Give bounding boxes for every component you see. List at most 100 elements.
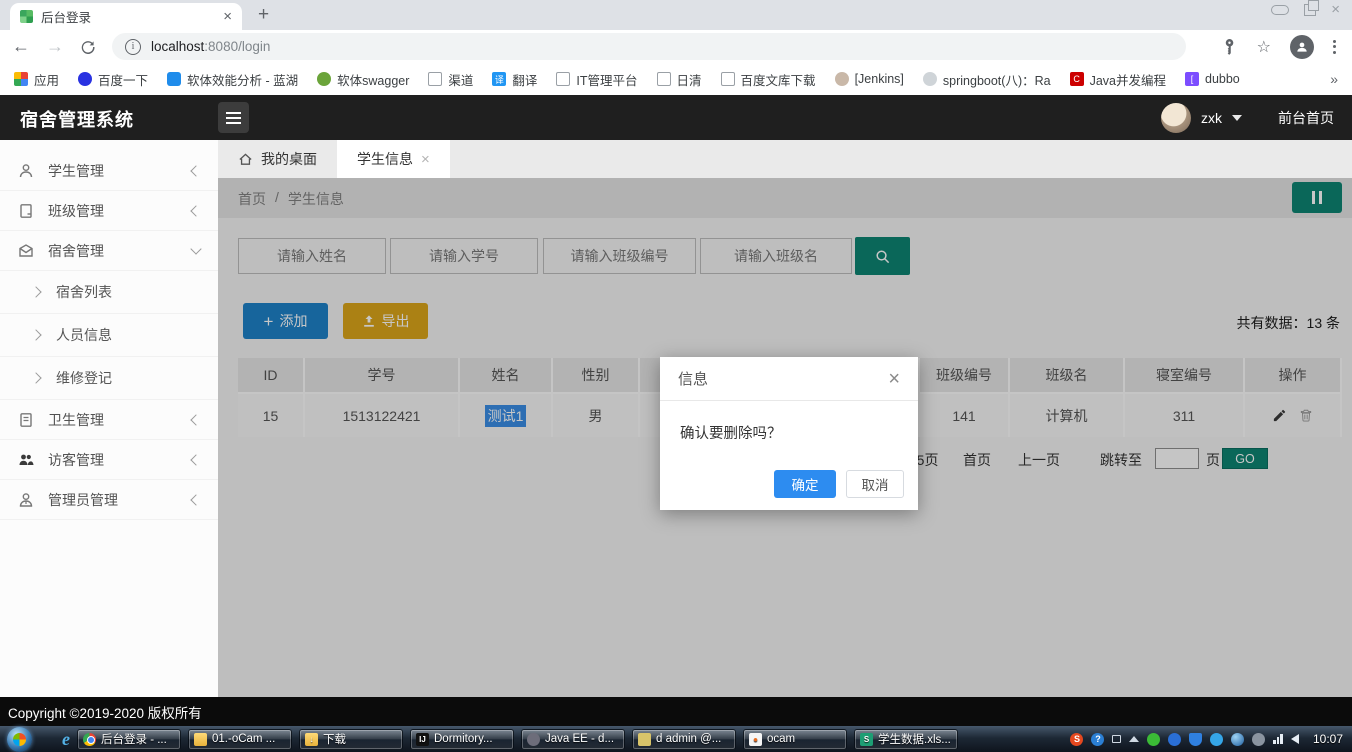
toolbar-icons: ☆	[1220, 35, 1340, 59]
recorder-tray-icon[interactable]	[1252, 733, 1265, 746]
taskbar-window-ocam[interactable]: ●ocam	[743, 729, 847, 750]
page-icon	[721, 72, 735, 86]
profile-avatar-icon[interactable]	[1290, 35, 1314, 59]
bookmark-star-icon[interactable]: ☆	[1257, 37, 1271, 57]
terminal-icon	[638, 733, 651, 746]
user-avatar[interactable]	[1161, 103, 1191, 133]
folder-icon	[194, 733, 207, 746]
taskbar-window-idea[interactable]: IJDormitory...	[410, 729, 514, 750]
gear-icon	[527, 733, 540, 746]
taskbar-window-ocam-folder[interactable]: 01.-oCam ...	[188, 729, 292, 750]
back-icon[interactable]: ←	[12, 36, 30, 57]
bookmark-jenkins[interactable]: [Jenkins]	[835, 72, 904, 86]
taskbar-window-excel[interactable]: S学生数据.xls...	[854, 729, 958, 750]
new-tab-button[interactable]: +	[258, 4, 269, 26]
window-close-icon[interactable]: ×	[1331, 2, 1340, 17]
tab-favicon-icon	[20, 10, 33, 23]
taskbar-window-admin-shell[interactable]: d admin @...	[632, 729, 736, 750]
internet-explorer-icon[interactable]: e	[62, 729, 70, 750]
sidebar-item-repair-register[interactable]: 维修登记	[0, 357, 218, 400]
bookmarks-bar: 应用 百度一下 软体效能分析 - 蓝湖 软体swagger 渠道 译翻译 IT管…	[0, 63, 1352, 95]
system-tray: S ? 10:07	[1070, 732, 1347, 746]
baidu-icon	[78, 72, 92, 86]
bookmark-java[interactable]: CJava并发编程	[1070, 70, 1166, 89]
forward-icon[interactable]: →	[46, 36, 64, 57]
tab-title: 后台登录	[41, 7, 215, 26]
address-bar[interactable]: i localhost:8080/login	[112, 33, 1186, 60]
windows-tray-icon[interactable]	[1112, 735, 1121, 743]
bookmark-wenku[interactable]: 百度文库下载	[721, 70, 816, 89]
key-icon[interactable]	[1220, 38, 1238, 56]
tab-close-icon[interactable]: ×	[421, 151, 430, 168]
volume-icon[interactable]	[1291, 734, 1299, 744]
taskbar-window-chrome[interactable]: 后台登录 - ...	[77, 729, 181, 750]
tray-expand-icon[interactable]	[1129, 736, 1139, 742]
apps-grid-icon	[14, 72, 28, 86]
bluetooth-tray-icon[interactable]	[1168, 733, 1181, 746]
app-title: 宿舍管理系统	[20, 106, 134, 132]
sidebar-item-student-mgmt[interactable]: 学生管理	[0, 151, 218, 191]
bookmark-swagger[interactable]: 软体swagger	[317, 70, 409, 89]
app-tray-icon[interactable]	[1210, 733, 1223, 746]
taskbar-window-javaee[interactable]: Java EE - d...	[521, 729, 625, 750]
help-tray-icon[interactable]: ?	[1091, 733, 1104, 746]
sidebar-item-admin-mgmt[interactable]: 管理员管理	[0, 480, 218, 520]
arrow-right-icon	[30, 329, 41, 340]
browser-menu-icon[interactable]	[1333, 40, 1336, 54]
sidebar-item-dorm-mgmt[interactable]: 宿舍管理	[0, 231, 218, 271]
wechat-tray-icon[interactable]	[1147, 733, 1160, 746]
chevron-left-icon	[190, 414, 201, 425]
dialog-footer: 确定 取消	[774, 470, 904, 498]
bookmark-it-platform[interactable]: IT管理平台	[556, 70, 637, 89]
chevron-down-icon	[190, 243, 201, 254]
confirm-button[interactable]: 确定	[774, 470, 836, 498]
copyright-footer: Copyright ©2019-2020 版权所有	[0, 697, 1352, 726]
refresh-icon[interactable]	[80, 39, 96, 55]
window-maximize-icon[interactable]	[1304, 4, 1316, 16]
browser-tab-strip: 后台登录 × + ×	[0, 0, 1352, 30]
window-minimize-icon[interactable]	[1271, 5, 1289, 15]
username[interactable]: zxk	[1201, 110, 1222, 126]
tab-my-desktop[interactable]: 我的桌面	[218, 140, 337, 178]
tab-close-icon[interactable]: ×	[223, 9, 232, 24]
sidebar-item-dorm-list[interactable]: 宿舍列表	[0, 271, 218, 314]
dialog-close-icon[interactable]: ×	[888, 369, 900, 389]
taskbar-clock[interactable]: 10:07	[1313, 732, 1343, 746]
sidebar: 学生管理 班级管理 宿舍管理 宿舍列表 人员信息 维修登记 卫生管理 访客管理	[0, 140, 218, 697]
windows-start-icon[interactable]	[7, 727, 32, 752]
cancel-button[interactable]: 取消	[846, 470, 904, 498]
tab-student-info[interactable]: 学生信息 ×	[337, 140, 450, 178]
bookmark-apps[interactable]: 应用	[14, 70, 59, 89]
url-text: localhost:8080/login	[151, 39, 270, 54]
chevron-left-icon	[190, 494, 201, 505]
user-menu-caret-icon[interactable]	[1232, 115, 1242, 121]
bookmark-baidu[interactable]: 百度一下	[78, 70, 148, 89]
sidebar-toggle-button[interactable]	[218, 102, 249, 133]
browser-tab[interactable]: 后台登录 ×	[10, 3, 242, 30]
site-info-icon[interactable]: i	[125, 39, 141, 55]
jenkins-icon	[835, 72, 849, 86]
bookmarks-overflow-icon[interactable]: »	[1330, 71, 1338, 87]
chevron-left-icon	[190, 165, 201, 176]
taskbar-window-downloads[interactable]: ↓下载	[299, 729, 403, 750]
bookmark-riqing[interactable]: 日清	[657, 70, 702, 89]
sidebar-item-personnel-info[interactable]: 人员信息	[0, 314, 218, 357]
browser-tray-icon[interactable]	[1231, 733, 1244, 746]
shield-tray-icon[interactable]	[1189, 733, 1202, 746]
bookmark-qudao[interactable]: 渠道	[428, 70, 473, 89]
network-signal-icon[interactable]	[1273, 734, 1283, 744]
chevron-left-icon	[190, 454, 201, 465]
bookmark-lanhu[interactable]: 软体效能分析 - 蓝湖	[167, 70, 298, 89]
sogou-tray-icon[interactable]: S	[1070, 733, 1083, 746]
window-controls: ×	[1271, 2, 1340, 17]
sidebar-item-visitor-mgmt[interactable]: 访客管理	[0, 440, 218, 480]
front-home-link[interactable]: 前台首页	[1278, 108, 1334, 128]
bookmark-translate[interactable]: 译翻译	[492, 70, 537, 89]
home-icon	[238, 152, 253, 167]
bookmark-dubbo[interactable]: [dubbo	[1185, 72, 1240, 86]
sidebar-item-hygiene-mgmt[interactable]: 卫生管理	[0, 400, 218, 440]
bookmark-springboot[interactable]: springboot(八)：Ra	[923, 70, 1051, 89]
sidebar-item-class-mgmt[interactable]: 班级管理	[0, 191, 218, 231]
ocam-icon: ●	[749, 733, 762, 746]
translate-icon: 译	[492, 72, 506, 86]
